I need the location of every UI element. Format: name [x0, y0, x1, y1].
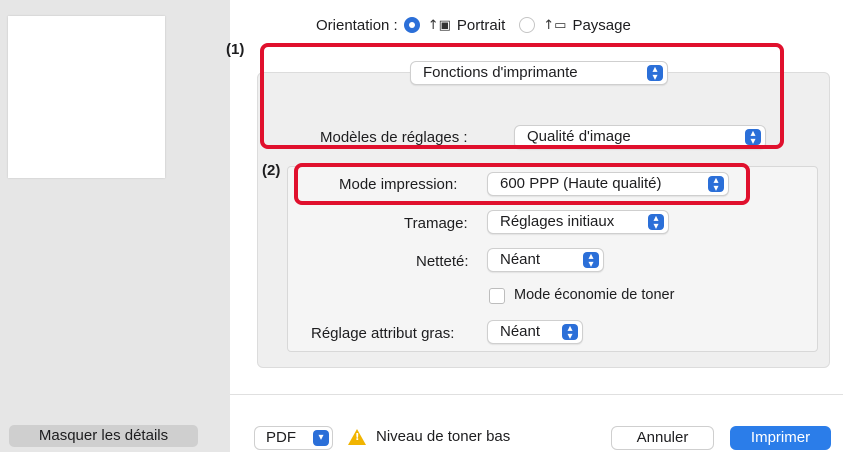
sharpness-value: Néant	[500, 251, 541, 268]
cancel-button[interactable]: Annuler	[611, 426, 714, 450]
portrait-radio[interactable]	[403, 17, 420, 33]
bold-attr-label: Réglage attribut gras:	[311, 325, 455, 342]
sharpness-select[interactable]: Néant ▴ ▾	[487, 248, 604, 272]
orientation-row: Orientation : ↑▣ Portrait ↑▭ Paysage	[316, 14, 631, 36]
annotation-marker-1: (1)	[226, 41, 245, 58]
annotation-highlight-1	[260, 43, 784, 149]
page-preview	[8, 16, 165, 178]
pdf-menu-button[interactable]: PDF ▾	[254, 426, 333, 450]
dithering-label: Tramage:	[404, 215, 468, 232]
portrait-label: Portrait	[456, 16, 506, 34]
chevron-down-icon: ▾	[313, 430, 329, 446]
dithering-select[interactable]: Réglages initiaux ▴ ▾	[487, 210, 669, 234]
annotation-marker-2: (2)	[262, 162, 281, 179]
preview-pane: Masquer les détails	[0, 0, 230, 452]
print-button[interactable]: Imprimer	[730, 426, 831, 450]
updown-chevron-icon: ▴ ▾	[648, 214, 664, 232]
landscape-radio[interactable]	[519, 17, 536, 33]
updown-chevron-icon: ▴ ▾	[583, 252, 599, 270]
toner-save-checkbox[interactable]	[489, 288, 505, 304]
landscape-icon: ↑▭	[543, 17, 567, 33]
orientation-label: Orientation :	[316, 16, 398, 34]
hide-details-button[interactable]: Masquer les détails	[9, 425, 198, 447]
footer-divider	[230, 394, 843, 395]
dithering-value: Réglages initiaux	[500, 213, 615, 230]
sharpness-label: Netteté:	[416, 253, 469, 270]
portrait-icon: ↑▣	[427, 17, 451, 33]
warning-icon: !	[348, 429, 366, 445]
pdf-label: PDF	[266, 429, 296, 446]
annotation-highlight-2	[294, 163, 750, 205]
bold-attr-select[interactable]: Néant ▴ ▾	[487, 320, 583, 344]
toner-save-label: Mode économie de toner	[514, 287, 675, 303]
toner-warning-text: Niveau de toner bas	[376, 428, 511, 445]
bold-attr-value: Néant	[500, 323, 541, 340]
updown-chevron-icon: ▴ ▾	[562, 324, 578, 342]
landscape-label: Paysage	[572, 16, 631, 34]
